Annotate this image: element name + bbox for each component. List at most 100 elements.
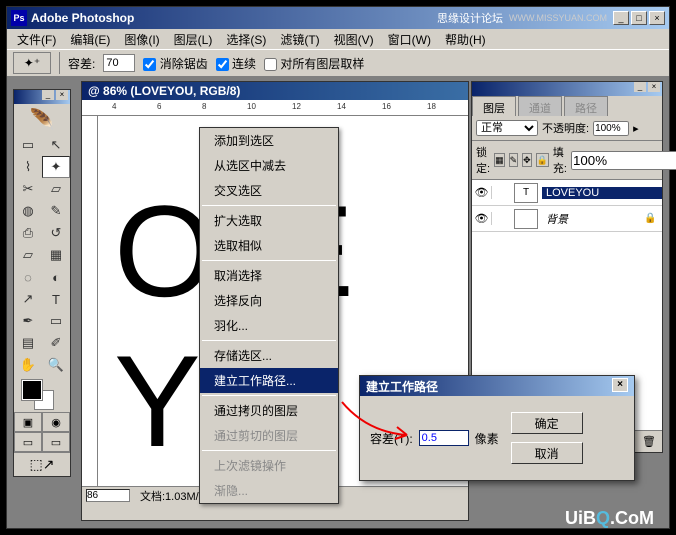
menu-filter[interactable]: 滤镜(T) <box>274 29 325 50</box>
screen-mode-2[interactable]: ▭ <box>42 432 70 452</box>
lock-paint-icon[interactable]: ✎ <box>509 153 519 167</box>
ctx-similar[interactable]: 选取相似 <box>200 233 338 258</box>
close-button[interactable]: × <box>649 11 665 25</box>
hand-tool[interactable]: ✋ <box>14 354 42 376</box>
antialias-checkbox[interactable]: 消除锯齿 <box>143 55 207 72</box>
ctx-layer-via-cut: 通过剪切的图层 <box>200 423 338 448</box>
separator <box>202 205 336 206</box>
opacity-input[interactable] <box>593 121 629 136</box>
ctx-layer-via-copy[interactable]: 通过拷贝的图层 <box>200 398 338 423</box>
make-workpath-dialog: 建立工作路径 × 容差(T): 像素 确定 取消 <box>359 375 635 481</box>
watermark: UiBQ.CoM <box>565 508 654 529</box>
color-swatches[interactable] <box>14 376 70 412</box>
layer-row[interactable]: 👁 T LOVEYOU <box>472 180 662 206</box>
dialog-title: 建立工作路径 <box>366 378 438 394</box>
all-layers-checkbox[interactable]: 对所有图层取样 <box>264 55 364 72</box>
crop-tool[interactable]: ✂ <box>14 178 42 200</box>
standard-mode[interactable]: ▣ <box>14 412 42 432</box>
ctx-inverse[interactable]: 选择反向 <box>200 288 338 313</box>
path-tool[interactable]: ↗ <box>14 288 42 310</box>
separator <box>202 395 336 396</box>
separator <box>59 52 60 74</box>
workspace: _× 🪶 ▭↖ ⌇✦ ✂▱ ◍✎ ⎙↺ ▱▦ ◌◐ ↗T ✒▭ ▤✐ ✋🔍 ▣◉ <box>7 77 669 528</box>
menu-view[interactable]: 视图(V) <box>328 29 380 50</box>
panel-min-icon[interactable]: _ <box>634 82 646 92</box>
dialog-close-icon[interactable]: × <box>612 378 628 392</box>
lasso-tool[interactable]: ⌇ <box>14 156 42 178</box>
eraser-tool[interactable]: ▱ <box>14 244 42 266</box>
visibility-icon[interactable]: 👁 <box>472 186 492 199</box>
magic-wand-icon[interactable]: ✦⁺ <box>13 52 51 74</box>
brush-tool[interactable]: ✎ <box>42 200 70 222</box>
dodge-tool[interactable]: ◐ <box>42 266 70 288</box>
history-brush-tool[interactable]: ↺ <box>42 222 70 244</box>
menu-window[interactable]: 窗口(W) <box>382 29 437 50</box>
document-title: @ 86% (LOVEYOU, RGB/8) <box>82 82 468 100</box>
lock-transparency-icon[interactable]: ▦ <box>494 153 505 167</box>
minimize-button[interactable]: _ <box>613 11 629 25</box>
heal-tool[interactable]: ◍ <box>14 200 42 222</box>
notes-tool[interactable]: ▤ <box>14 332 42 354</box>
move-tool[interactable]: ↖ <box>42 134 70 156</box>
blur-tool[interactable]: ◌ <box>14 266 42 288</box>
cancel-button[interactable]: 取消 <box>511 442 583 464</box>
tolerance-input[interactable] <box>419 430 469 446</box>
slice-tool[interactable]: ▱ <box>42 178 70 200</box>
fill-input[interactable] <box>571 151 676 170</box>
stamp-tool[interactable]: ⎙ <box>14 222 42 244</box>
fg-color[interactable] <box>22 380 42 400</box>
toolbox-min-icon[interactable]: _ <box>42 90 54 100</box>
ctx-grow[interactable]: 扩大选取 <box>200 208 338 233</box>
menu-edit[interactable]: 编辑(E) <box>64 29 116 50</box>
context-menu: 添加到选区 从选区中减去 交叉选区 扩大选取 选取相似 取消选择 选择反向 羽化… <box>199 127 339 504</box>
tab-channels[interactable]: 通道 <box>518 96 562 116</box>
ctx-subtract-selection[interactable]: 从选区中减去 <box>200 153 338 178</box>
layer-name[interactable]: 背景 <box>542 211 644 227</box>
maximize-button[interactable]: □ <box>631 11 647 25</box>
separator <box>202 260 336 261</box>
menu-layer[interactable]: 图层(L) <box>168 29 219 50</box>
blend-mode-select[interactable]: 正常 <box>476 120 538 136</box>
ok-button[interactable]: 确定 <box>511 412 583 434</box>
tolerance-input[interactable] <box>103 54 135 72</box>
contiguous-checkbox[interactable]: 连续 <box>216 55 256 72</box>
opacity-label: 不透明度: <box>542 120 589 136</box>
separator <box>202 340 336 341</box>
ctx-add-to-selection[interactable]: 添加到选区 <box>200 128 338 153</box>
tab-layers[interactable]: 图层 <box>472 96 516 116</box>
gradient-tool[interactable]: ▦ <box>42 244 70 266</box>
trash-icon[interactable]: 🗑 <box>642 435 656 448</box>
tab-paths[interactable]: 路径 <box>564 96 608 116</box>
menu-select[interactable]: 选择(S) <box>220 29 272 50</box>
zoom-tool[interactable]: 🔍 <box>42 354 70 376</box>
ctx-make-workpath[interactable]: 建立工作路径... <box>200 368 338 393</box>
ctx-deselect[interactable]: 取消选择 <box>200 263 338 288</box>
zoom-input[interactable] <box>86 489 130 502</box>
lock-all-icon[interactable]: 🔒 <box>536 153 549 167</box>
lock-label: 锁定: <box>476 144 490 176</box>
marquee-tool[interactable]: ▭ <box>14 134 42 156</box>
layer-name[interactable]: LOVEYOU <box>542 187 662 199</box>
screen-mode-1[interactable]: ▭ <box>14 432 42 452</box>
layer-thumb <box>514 209 538 229</box>
app-window: Ps Adobe Photoshop 思缘设计论坛 WWW.MISSYUAN.C… <box>6 6 670 529</box>
pen-tool[interactable]: ✒ <box>14 310 42 332</box>
shape-tool[interactable]: ▭ <box>42 310 70 332</box>
visibility-icon[interactable]: 👁 <box>472 212 492 225</box>
type-tool[interactable]: T <box>42 288 70 310</box>
jump-to-ir[interactable]: ⬚↗ <box>14 452 70 476</box>
lock-move-icon[interactable]: ✥ <box>522 153 532 167</box>
layer-row[interactable]: 👁 背景 🔒 <box>472 206 662 232</box>
app-icon: Ps <box>11 10 27 26</box>
menu-file[interactable]: 文件(F) <box>11 29 62 50</box>
ctx-feather[interactable]: 羽化... <box>200 313 338 338</box>
menu-image[interactable]: 图像(I) <box>118 29 165 50</box>
panel-close-icon[interactable]: × <box>648 82 660 92</box>
quickmask-mode[interactable]: ◉ <box>42 412 70 432</box>
ctx-save-selection[interactable]: 存储选区... <box>200 343 338 368</box>
ctx-intersect-selection[interactable]: 交叉选区 <box>200 178 338 203</box>
eyedropper-tool[interactable]: ✐ <box>42 332 70 354</box>
toolbox-close-icon[interactable]: × <box>56 90 68 100</box>
menu-help[interactable]: 帮助(H) <box>439 29 492 50</box>
magic-wand-tool[interactable]: ✦ <box>42 156 70 178</box>
